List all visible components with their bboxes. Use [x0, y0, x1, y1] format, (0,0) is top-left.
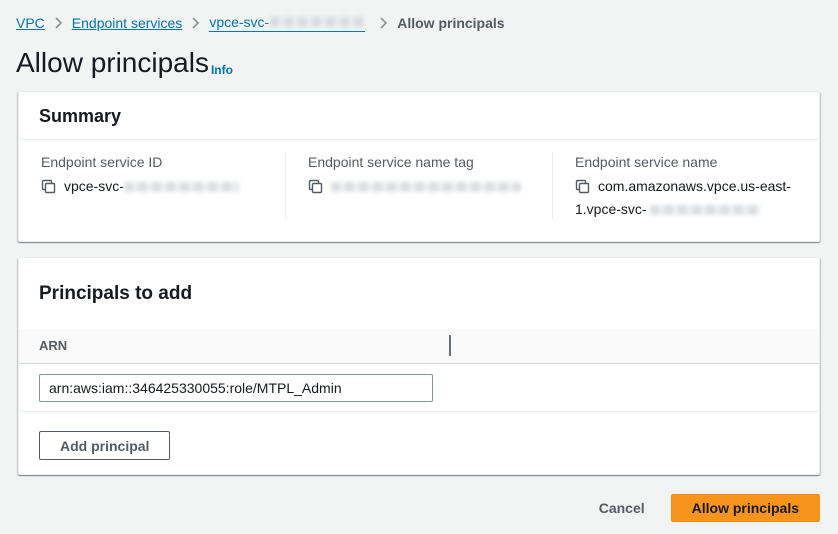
breadcrumb-link-vpc[interactable]: VPC	[16, 14, 45, 32]
principals-table-header: ARN	[19, 329, 819, 364]
add-principal-row: Add principal	[19, 412, 819, 474]
principals-card: Principals to add ARN Add principal	[18, 257, 820, 475]
copy-icon[interactable]	[575, 179, 590, 199]
copy-icon[interactable]	[41, 179, 56, 199]
summary-field-endpoint-service-name: Endpoint service name com.amazonaws.vpce…	[553, 152, 819, 219]
footer-actions: Cancel Allow principals	[18, 494, 820, 522]
summary-title: Summary	[39, 105, 799, 127]
page-title-row: Allow principals Info	[0, 32, 838, 80]
principals-card-header: Principals to add	[19, 258, 819, 329]
allow-principals-button[interactable]: Allow principals	[671, 494, 820, 522]
breadcrumb-link-endpoint-services[interactable]: Endpoint services	[72, 14, 183, 32]
chevron-right-icon	[54, 17, 63, 29]
arn-input-row	[19, 364, 819, 412]
value-prefix: vpce-svc-	[64, 178, 124, 194]
field-label: Endpoint service name tag	[308, 152, 532, 172]
column-resize-handle[interactable]	[449, 335, 451, 356]
summary-body: Endpoint service ID vpce-svc- Endpoint s…	[19, 140, 819, 241]
field-value: vpce-svc-	[41, 176, 265, 199]
summary-field-endpoint-service-id: Endpoint service ID vpce-svc-	[19, 152, 286, 219]
summary-card: Summary Endpoint service ID vpce-svc- En…	[18, 91, 820, 242]
breadcrumb-link-endpoint-service-id[interactable]: vpce-svc-	[209, 13, 365, 32]
redacted-text	[650, 205, 760, 215]
breadcrumb-service-id-prefix: vpce-svc-	[209, 13, 269, 31]
breadcrumb-current-page: Allow principals	[397, 14, 504, 32]
add-principal-button[interactable]: Add principal	[39, 431, 170, 460]
cancel-button[interactable]: Cancel	[599, 494, 645, 522]
arn-column-header: ARN	[39, 338, 67, 353]
arn-input[interactable]	[39, 374, 433, 402]
principals-title: Principals to add	[39, 282, 799, 305]
field-value	[308, 176, 532, 199]
redacted-text	[124, 182, 239, 192]
page-title: Allow principals	[16, 46, 209, 80]
summary-field-endpoint-service-name-tag: Endpoint service name tag	[286, 152, 553, 219]
copy-icon[interactable]	[308, 179, 323, 199]
chevron-right-icon	[379, 17, 388, 29]
redacted-text	[331, 182, 521, 192]
info-link[interactable]: Info	[211, 63, 233, 77]
breadcrumb: VPC Endpoint services vpce-svc- Allow pr…	[0, 0, 838, 32]
redacted-text	[270, 17, 365, 27]
field-label: Endpoint service name	[575, 152, 799, 172]
field-label: Endpoint service ID	[41, 152, 265, 172]
summary-card-header: Summary	[19, 92, 819, 140]
chevron-right-icon	[191, 17, 200, 29]
field-value: com.amazonaws.vpce.us-east-1.vpce-svc-	[575, 176, 799, 219]
